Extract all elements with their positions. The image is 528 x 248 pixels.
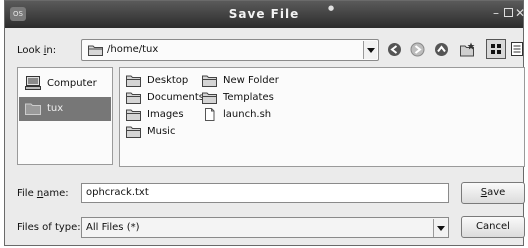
list-item[interactable]: New Folder	[202, 73, 282, 89]
back-icon[interactable]	[387, 42, 402, 57]
file-label: New Folder	[223, 75, 279, 86]
title-bar[interactable]: OS Save File ● – ✕	[5, 1, 525, 28]
folder-icon	[126, 126, 141, 138]
folder-icon	[25, 103, 41, 115]
file-label: Images	[147, 109, 184, 120]
place-label: Computer	[47, 78, 97, 89]
maximize-icon[interactable]	[504, 8, 513, 17]
look-in-label: Look in:	[17, 45, 57, 56]
file-label: Documents	[147, 92, 205, 103]
file-type-label: Files of type:	[17, 222, 81, 233]
place-label: tux	[47, 103, 64, 114]
list-item[interactable]: Images	[126, 107, 196, 123]
file-type-select[interactable]: All Files (*)	[81, 217, 449, 238]
file-name-value: ophcrack.txt	[86, 187, 149, 198]
file-label: Music	[147, 126, 176, 137]
folder-icon	[202, 92, 217, 104]
save-file-dialog: OS Save File ● – ✕ Look in: /home/tux Co…	[4, 0, 525, 246]
chevron-down-icon[interactable]	[363, 41, 377, 59]
file-label: Desktop	[147, 75, 189, 86]
file-name-label: File name:	[17, 188, 69, 199]
file-type-value: All Files (*)	[86, 222, 140, 233]
cancel-button[interactable]: Cancel	[461, 216, 525, 238]
list-item[interactable]: Desktop	[126, 73, 196, 89]
list-item[interactable]: launch.sh	[202, 107, 282, 123]
folder-icon	[88, 45, 103, 56]
window-title: Save File	[228, 7, 300, 21]
new-folder-icon[interactable]	[460, 42, 475, 57]
file-label: Templates	[223, 92, 274, 103]
close-icon[interactable]: ✕	[515, 6, 525, 20]
folder-icon	[202, 75, 217, 87]
computer-icon	[25, 76, 41, 90]
place-item-computer[interactable]: Computer	[19, 72, 111, 96]
folder-icon	[126, 109, 141, 121]
save-button[interactable]: Save	[461, 182, 525, 204]
look-in-path: /home/tux	[107, 44, 159, 55]
list-item[interactable]: Music	[126, 124, 196, 140]
up-icon[interactable]	[434, 42, 449, 57]
places-panel: Computer tux	[17, 67, 113, 165]
list-item[interactable]: Documents	[126, 90, 205, 106]
place-item-tux[interactable]: tux	[19, 97, 111, 121]
file-name-input[interactable]: ophcrack.txt	[81, 183, 449, 203]
file-label: launch.sh	[223, 109, 272, 120]
file-icon	[205, 108, 215, 121]
chevron-down-icon[interactable]	[433, 219, 447, 237]
cursor-dot-icon: ●	[328, 4, 335, 12]
forward-icon[interactable]	[410, 42, 425, 57]
icon-view-icon[interactable]	[486, 39, 506, 59]
list-item[interactable]: Templates	[202, 90, 282, 106]
look-in-combo[interactable]: /home/tux	[81, 39, 379, 61]
folder-icon	[126, 75, 141, 87]
folder-icon	[126, 92, 141, 104]
minimize-icon[interactable]: –	[493, 6, 499, 20]
file-list: Desktop Documents Images Music New Folde…	[119, 67, 525, 167]
detail-view-icon[interactable]	[509, 39, 525, 59]
